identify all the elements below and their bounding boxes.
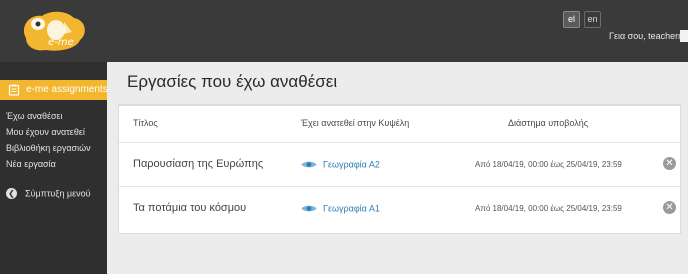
assignment-title[interactable]: Παρουσίαση της Ευρώπης [133, 158, 263, 170]
course-name: Γεωγραφία Α2 [323, 159, 380, 170]
chevron-left-icon: ❮ [6, 188, 17, 200]
sidebar-item-new-assignment[interactable]: Νέα εργασία [6, 159, 56, 169]
svg-text:e-me: e-me [48, 37, 74, 48]
column-header-title: Τίτλος [133, 118, 158, 128]
table-row[interactable]: Παρουσίαση της Ευρώπης Γεωγραφία Α2 Από … [119, 142, 680, 186]
course-link[interactable]: Γεωγραφία Α2 [301, 159, 380, 170]
top-bar: e-me el en Γεια σου, teachernp [0, 0, 688, 62]
course-name: Γεωγραφία Α1 [323, 203, 380, 214]
user-greeting: Γεια σου, teachernp [609, 31, 688, 41]
collapse-menu-button[interactable]: ❮ Σύμπτυξη μενού [6, 188, 91, 200]
sidebar-app-title[interactable]: e-me assignments [0, 80, 108, 100]
assignment-title[interactable]: Τα ποτάμια του κόσμου [133, 202, 246, 214]
close-icon[interactable]: ✕ [663, 201, 676, 214]
sidebar-item-library[interactable]: Βιβλιοθήκη εργασιών [6, 143, 91, 153]
sidebar-item-assigned-by-me[interactable]: Έχω αναθέσει [6, 111, 63, 121]
assignment-icon [8, 84, 20, 96]
collapse-menu-label: Σύμπτυξη μενού [25, 188, 91, 199]
sidebar-item-assigned-to-me[interactable]: Μου έχουν ανατεθεί [6, 127, 85, 137]
sidebar: e-me assignments Έχω αναθέσει Μου έχουν … [0, 62, 108, 274]
column-header-course: Έχει ανατεθεί στην Κυψέλη [301, 118, 410, 128]
course-link[interactable]: Γεωγραφία Α1 [301, 203, 380, 214]
table-row[interactable]: Τα ποτάμια του κόσμου Γεωγραφία Α1 Από 1… [119, 186, 680, 230]
e-me-logo[interactable]: e-me [16, 8, 90, 56]
eye-icon [301, 161, 317, 168]
submission-period: Από 18/04/19, 00:00 έως 25/04/19, 23:59 [475, 204, 622, 213]
lang-el-button[interactable]: el [563, 11, 580, 28]
user-menu-toggle[interactable] [680, 30, 688, 42]
sidebar-app-title-label: e-me assignments [26, 84, 108, 95]
lang-en-button[interactable]: en [584, 11, 601, 28]
column-header-period: Διάστημα υποβολής [508, 118, 589, 128]
close-icon[interactable]: ✕ [663, 157, 676, 170]
page-title: Εργασίες που έχω αναθέσει [127, 72, 338, 91]
assignments-table: Τίτλος Έχει ανατεθεί στην Κυψέλη Διάστημ… [118, 104, 681, 234]
submission-period: Από 18/04/19, 00:00 έως 25/04/19, 23:59 [475, 160, 622, 169]
eye-icon [301, 205, 317, 212]
